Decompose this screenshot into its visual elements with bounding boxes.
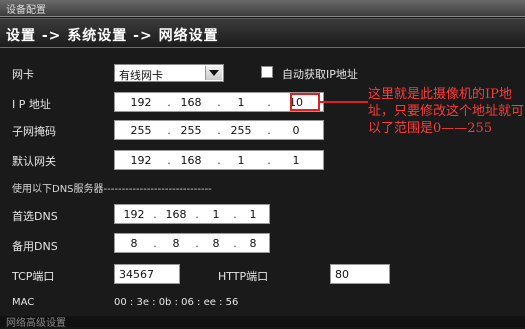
gateway-octet-3[interactable]: 1 [221,154,261,167]
ip-highlight-box [290,93,320,111]
dns1-octet-3[interactable]: 1 [201,208,231,221]
dns2-label: 备用DNS [12,240,58,253]
separator: . [233,208,237,221]
nic-label: 网卡 [12,68,34,81]
dhcp-label: 自动获取IP地址 [282,68,358,81]
mac-value: 00 : 3e : 0b : 06 : ee : 56 [114,297,239,308]
dns1-label: 首选DNS [12,210,58,223]
http-port-field[interactable]: 80 [330,264,390,284]
mask-octet-1[interactable]: 255 [121,124,161,137]
dns1-octet-4[interactable]: 1 [239,208,267,221]
mask-octet-2[interactable]: 255 [171,124,211,137]
separator: . [233,237,237,250]
gateway-octet-4[interactable]: 1 [271,154,321,167]
dns1-octet-2[interactable]: 168 [159,208,193,221]
separator: . [195,237,199,250]
subnet-mask-label: 子网掩码 [12,125,56,138]
mask-octet-3[interactable]: 255 [221,124,261,137]
separator: . [195,208,199,221]
gateway-field[interactable]: 192 . 168 . 1 . 1 [114,150,324,170]
dns-section-title: 使用以下DNS服务器------------------------------ [12,184,212,195]
ip-octet-3[interactable]: 1 [221,96,261,109]
dns2-octet-1[interactable]: 8 [117,237,151,250]
dns2-octet-4[interactable]: 8 [239,237,267,250]
http-port-value[interactable]: 80 [335,268,349,281]
breadcrumb: 设置 -> 系统设置 -> 网络设置 [0,18,525,48]
window-title: 设备配置 [6,5,46,16]
dns2-octet-3[interactable]: 8 [201,237,231,250]
ip-octet-2[interactable]: 168 [171,96,211,109]
dns2-field[interactable]: 8 . 8 . 8 . 8 [114,233,270,253]
ip-octet-1[interactable]: 192 [121,96,161,109]
tcp-port-label: TCP端口 [12,270,55,283]
nic-dropdown-value: 有线网卡 [119,69,163,82]
nic-dropdown[interactable]: 有线网卡 [114,64,224,82]
subnet-mask-field[interactable]: 255 . 255 . 255 . 0 [114,120,324,140]
dns1-octet-1[interactable]: 192 [117,208,151,221]
mask-octet-4[interactable]: 0 [271,124,321,137]
tcp-port-field[interactable]: 34567 [114,264,180,284]
dns1-field[interactable]: 192 . 168 . 1 . 1 [114,204,270,224]
annotation-pointer [320,101,368,103]
advanced-settings-row: 网络高级设置 [0,316,525,329]
window-title-bar: 设备配置 [0,0,525,17]
dns2-octet-2[interactable]: 8 [159,237,193,250]
http-port-label: HTTP端口 [218,270,269,283]
ip-label: I P 地址 [12,98,51,111]
breadcrumb-text: 设置 -> 系统设置 -> 网络设置 [6,28,219,44]
chevron-down-icon[interactable] [205,66,222,80]
gateway-label: 默认网关 [12,155,56,168]
gateway-octet-1[interactable]: 192 [121,154,161,167]
gateway-octet-2[interactable]: 168 [171,154,211,167]
separator: . [153,237,157,250]
separator: . [153,208,157,221]
mac-label: MAC [12,297,35,308]
annotation-text: 这里就是此摄像机的IP地址，只要修改这个地址就可以了范围是0——255 [368,87,525,136]
dhcp-checkbox[interactable] [261,66,273,78]
tcp-port-value[interactable]: 34567 [119,268,154,281]
